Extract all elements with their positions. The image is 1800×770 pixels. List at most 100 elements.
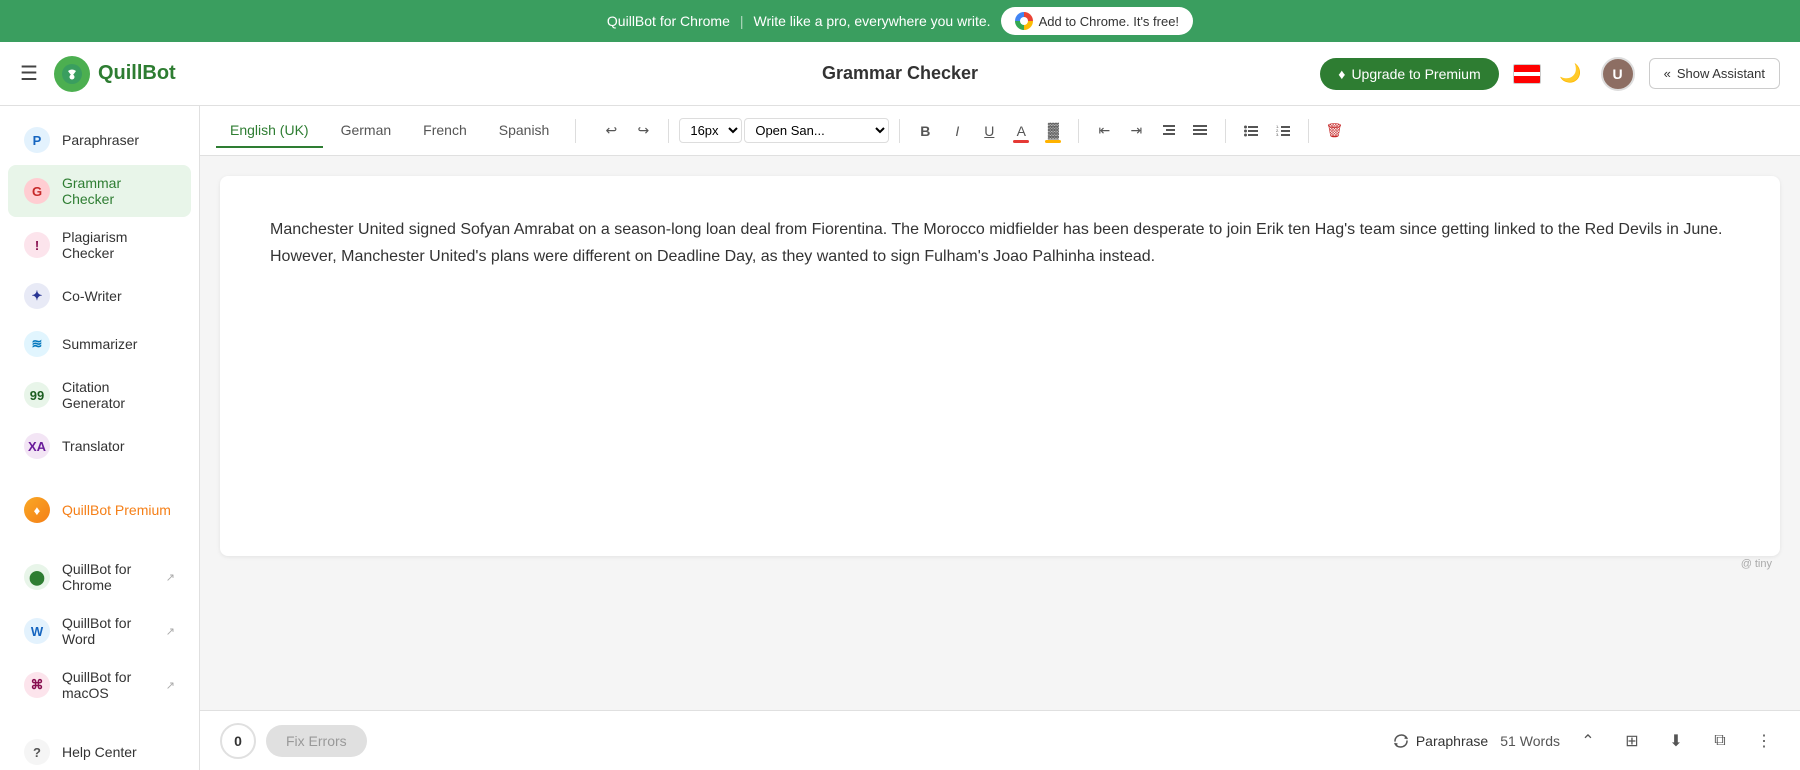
sidebar-item-label: QuillBot for macOS bbox=[62, 669, 154, 701]
tab-label: French bbox=[423, 122, 467, 138]
sidebar-item-macos[interactable]: ⌘ QuillBot for macOS ↗ bbox=[8, 659, 191, 711]
fix-errors-label: Fix Errors bbox=[286, 733, 347, 749]
sidebar-item-help-center[interactable]: ? Help Center bbox=[8, 729, 191, 770]
sidebar-item-translator[interactable]: XA Translator bbox=[8, 423, 191, 469]
more-options-button[interactable]: ⋮ bbox=[1748, 725, 1780, 757]
logo-image bbox=[54, 56, 90, 92]
error-count: 0 bbox=[234, 733, 242, 749]
logo[interactable]: QuillBot bbox=[54, 56, 176, 92]
sidebar-item-word[interactable]: W QuillBot for Word ↗ bbox=[8, 605, 191, 657]
tab-german[interactable]: German bbox=[327, 114, 406, 148]
avatar[interactable]: U bbox=[1601, 57, 1635, 91]
editor-content: Manchester United signed Sofyan Amrabat … bbox=[270, 221, 1722, 265]
sidebar-item-paraphraser[interactable]: P Paraphraser bbox=[8, 117, 191, 163]
editor-card[interactable]: Manchester United signed Sofyan Amrabat … bbox=[220, 176, 1780, 556]
upgrade-button[interactable]: ♦ Upgrade to Premium bbox=[1320, 58, 1498, 90]
tab-english-uk[interactable]: English (UK) bbox=[216, 114, 323, 148]
svg-text:3.: 3. bbox=[1276, 132, 1279, 137]
logo-text: QuillBot bbox=[98, 62, 176, 85]
toolbar-separator bbox=[575, 119, 576, 143]
font-size-select[interactable]: 16px 12px 14px 18px 20px 24px bbox=[679, 118, 742, 143]
toolbar-buttons: ↩ ↪ 16px 12px 14px 18px 20px 24px Open S… bbox=[596, 116, 1349, 146]
underline-button[interactable]: U bbox=[974, 116, 1004, 146]
sidebar-item-label: Paraphraser bbox=[62, 132, 139, 148]
tab-label: English (UK) bbox=[230, 122, 309, 138]
show-assistant-button[interactable]: « Show Assistant bbox=[1649, 58, 1780, 89]
hamburger-icon[interactable]: ☰ bbox=[20, 61, 38, 86]
font-family-select[interactable]: Open San... Arial Times New Roman Georgi… bbox=[744, 118, 889, 143]
banner-tagline: Write like a pro, everywhere you write. bbox=[754, 13, 991, 29]
sidebar-item-label: Co-Writer bbox=[62, 288, 122, 304]
paraphrase-icon bbox=[1392, 732, 1410, 750]
language-toolbar: English (UK) German French Spanish ↩ ↪ 1… bbox=[200, 106, 1800, 156]
plagiarism-icon: ! bbox=[24, 232, 50, 258]
translator-icon: XA bbox=[24, 433, 50, 459]
tab-french[interactable]: French bbox=[409, 114, 481, 148]
word-ext-icon: W bbox=[24, 618, 50, 644]
sidebar-item-citation-generator[interactable]: 99 Citation Generator bbox=[8, 369, 191, 421]
sidebar-item-plagiarism-checker[interactable]: ! Plagiarism Checker bbox=[8, 219, 191, 271]
flag-icon[interactable] bbox=[1513, 64, 1541, 84]
word-count-display: 51 Words bbox=[1500, 733, 1560, 749]
highlight-color-button[interactable]: ▓ bbox=[1038, 116, 1068, 146]
unordered-list-button[interactable] bbox=[1236, 116, 1266, 146]
toolbar-separator bbox=[1308, 119, 1309, 143]
tab-label: German bbox=[341, 122, 392, 138]
paraphrase-button[interactable]: Paraphrase bbox=[1392, 732, 1488, 750]
co-writer-icon: ✦ bbox=[24, 283, 50, 309]
color-indicator bbox=[1013, 140, 1029, 143]
error-count-badge: 0 bbox=[220, 723, 256, 759]
tiny-credit: @ tiny bbox=[220, 556, 1780, 570]
undo-button[interactable]: ↩ bbox=[596, 116, 626, 146]
tab-spanish[interactable]: Spanish bbox=[485, 114, 564, 148]
diamond-icon: ♦ bbox=[1338, 66, 1345, 82]
sidebar-item-label: Citation Generator bbox=[62, 379, 175, 411]
sidebar-item-label: QuillBot for Word bbox=[62, 615, 154, 647]
copy-button[interactable]: ⧉ bbox=[1704, 725, 1736, 757]
toolbar-separator bbox=[1078, 119, 1079, 143]
grid-view-button[interactable]: ⊞ bbox=[1616, 725, 1648, 757]
summarizer-icon: ≋ bbox=[24, 331, 50, 357]
bold-button[interactable]: B bbox=[910, 116, 940, 146]
macos-ext-icon: ⌘ bbox=[24, 672, 50, 698]
sidebar-item-premium[interactable]: ♦ QuillBot Premium bbox=[8, 487, 191, 533]
header-right: ♦ Upgrade to Premium 🌙 U « Show Assistan… bbox=[1320, 57, 1780, 91]
sidebar: P Paraphraser G Grammar Checker ! Plagia… bbox=[0, 106, 200, 770]
add-chrome-button[interactable]: Add to Chrome. It's free! bbox=[1001, 7, 1194, 35]
download-button[interactable]: ⬇ bbox=[1660, 725, 1692, 757]
sidebar-item-grammar-checker[interactable]: G Grammar Checker bbox=[8, 165, 191, 217]
align-justify-button[interactable] bbox=[1185, 116, 1215, 146]
top-banner: QuillBot for Chrome | Write like a pro, … bbox=[0, 0, 1800, 42]
header: ☰ QuillBot Grammar Checker ♦ Upgrade to … bbox=[0, 42, 1800, 106]
tiny-label: tiny bbox=[1755, 558, 1772, 570]
main-content: English (UK) German French Spanish ↩ ↪ 1… bbox=[200, 106, 1800, 770]
align-left-button[interactable]: ⇤ bbox=[1089, 116, 1119, 146]
italic-button[interactable]: I bbox=[942, 116, 972, 146]
ordered-list-button[interactable]: 1.2.3. bbox=[1268, 116, 1298, 146]
toolbar-separator bbox=[668, 119, 669, 143]
toolbar-separator bbox=[1225, 119, 1226, 143]
header-left: ☰ QuillBot bbox=[20, 56, 176, 92]
align-right-button[interactable] bbox=[1153, 116, 1183, 146]
redo-button[interactable]: ↪ bbox=[628, 116, 658, 146]
add-chrome-label: Add to Chrome. It's free! bbox=[1039, 14, 1180, 29]
external-link-icon: ↗ bbox=[166, 625, 175, 638]
dark-mode-toggle[interactable]: 🌙 bbox=[1555, 58, 1587, 90]
word-count-number: 51 bbox=[1500, 733, 1516, 749]
premium-icon: ♦ bbox=[24, 497, 50, 523]
align-center-button[interactable]: ⇥ bbox=[1121, 116, 1151, 146]
external-link-icon: ↗ bbox=[166, 571, 175, 584]
sidebar-item-label: Translator bbox=[62, 438, 125, 454]
page-title: Grammar Checker bbox=[822, 63, 978, 84]
external-link-icon: ↗ bbox=[166, 679, 175, 692]
highlight-indicator bbox=[1045, 140, 1061, 143]
sidebar-item-chrome[interactable]: ⬤ QuillBot for Chrome ↗ bbox=[8, 551, 191, 603]
grammar-checker-icon: G bbox=[24, 178, 50, 204]
sidebar-item-summarizer[interactable]: ≋ Summarizer bbox=[8, 321, 191, 367]
delete-button[interactable]: 🗑 bbox=[1319, 116, 1349, 146]
fix-errors-button[interactable]: Fix Errors bbox=[266, 725, 367, 757]
tab-label: Spanish bbox=[499, 122, 550, 138]
sidebar-item-co-writer[interactable]: ✦ Co-Writer bbox=[8, 273, 191, 319]
expand-button[interactable]: ⌃ bbox=[1572, 725, 1604, 757]
text-color-button[interactable]: A bbox=[1006, 116, 1036, 146]
